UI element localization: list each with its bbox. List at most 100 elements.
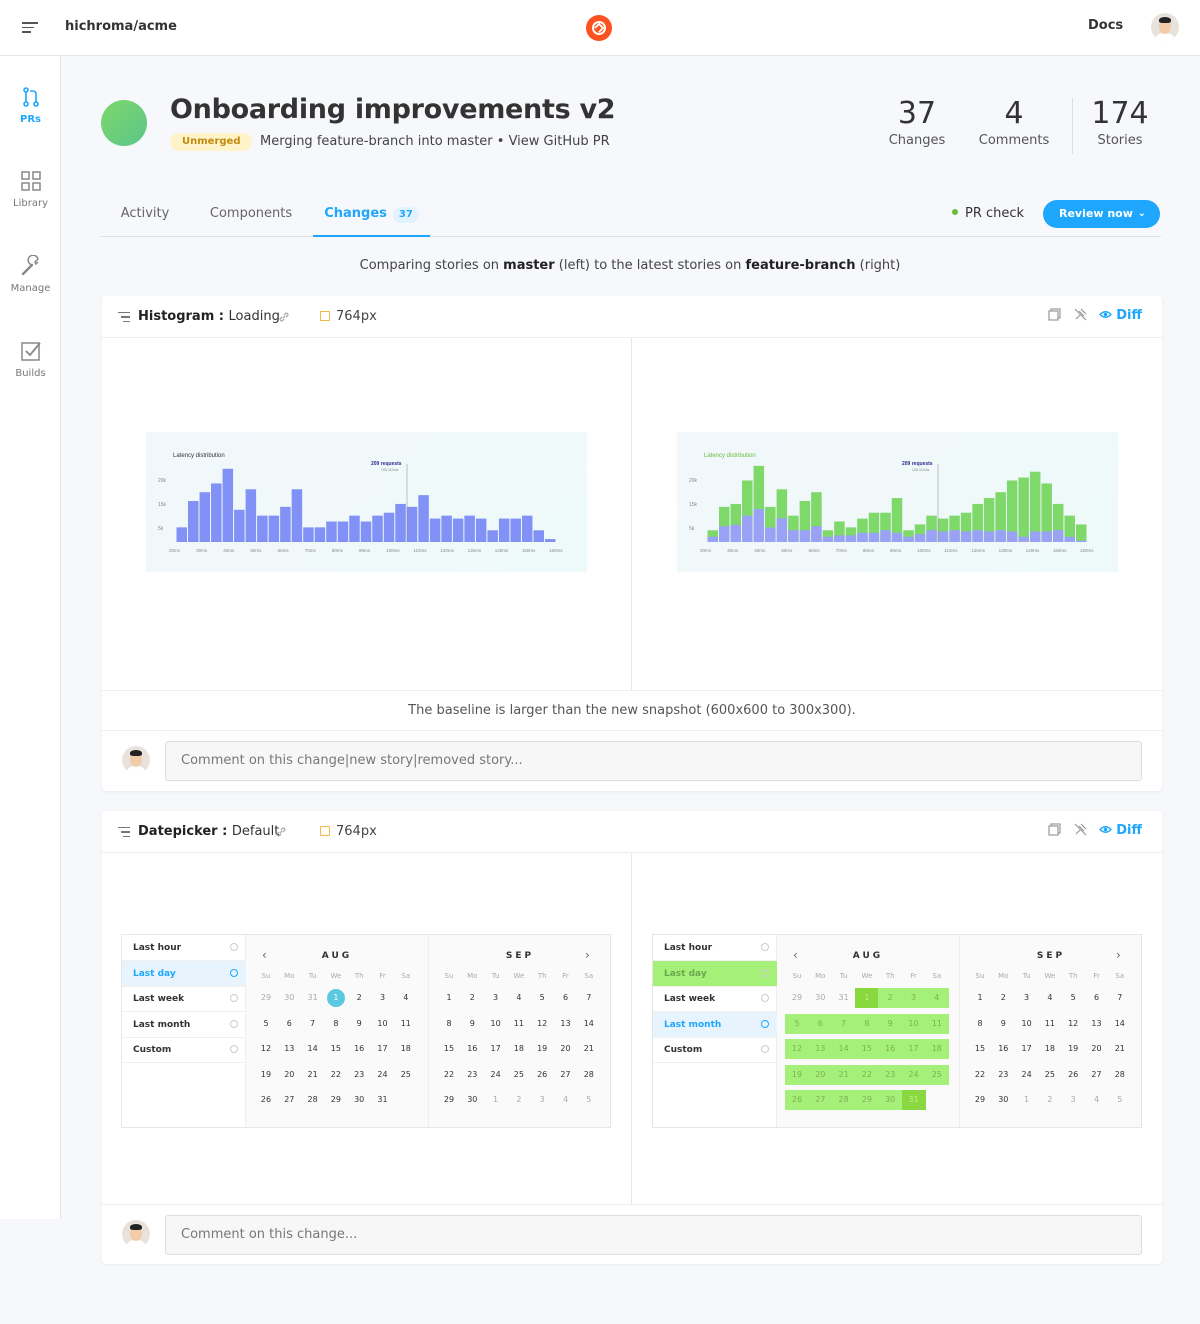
pr-check-status[interactable]: PR check — [952, 206, 1024, 221]
calendar-day[interactable]: 28 — [1108, 1065, 1132, 1085]
viewport-size[interactable]: 764px — [320, 824, 377, 839]
calendar-day[interactable]: 25 — [394, 1065, 418, 1085]
calendar-day[interactable]: 24 — [1015, 1065, 1039, 1085]
calendar-day[interactable]: 9 — [460, 1014, 484, 1034]
calendar-day[interactable]: 14 — [831, 1039, 856, 1059]
copy-icon[interactable] — [1048, 823, 1061, 836]
calendar-day[interactable]: 30 — [991, 1090, 1015, 1110]
viewport-size[interactable]: 764px — [320, 309, 377, 324]
calendar-day[interactable]: 14 — [1108, 1014, 1132, 1034]
calendar-day[interactable]: 6 — [808, 1013, 833, 1034]
calendar-day[interactable]: 20 — [277, 1065, 301, 1085]
chromatic-logo-icon[interactable] — [586, 15, 612, 41]
docs-link[interactable]: Docs — [1088, 18, 1123, 33]
calendar-day[interactable]: 14 — [301, 1039, 325, 1059]
calendar-day[interactable]: 17 — [901, 1039, 926, 1059]
calendar-day[interactable]: 3 — [1015, 988, 1039, 1008]
calendar-day[interactable]: 2 — [878, 988, 903, 1008]
menu-icon[interactable] — [22, 22, 38, 34]
calendar-day[interactable]: 7 — [301, 1014, 325, 1034]
calendar-day[interactable]: 14 — [577, 1014, 601, 1034]
calendar-day[interactable]: 8 — [968, 1014, 992, 1034]
calendar-day[interactable]: 20 — [808, 1064, 833, 1085]
calendar-day[interactable]: 4 — [1085, 1090, 1109, 1110]
calendar-day[interactable]: 16 — [460, 1039, 484, 1059]
calendar-day[interactable]: 12 — [530, 1014, 554, 1034]
calendar-day[interactable]: 6 — [277, 1014, 301, 1034]
list-icon[interactable] — [118, 312, 130, 322]
calendar-day[interactable]: 29 — [968, 1090, 992, 1110]
calendar-day[interactable]: 26 — [530, 1065, 554, 1085]
calendar-day[interactable]: 2 — [991, 988, 1015, 1008]
comment-input[interactable]: Comment on this change... — [165, 1215, 1142, 1255]
calendar-day[interactable]: 15 — [437, 1039, 461, 1059]
calendar-day[interactable]: 27 — [554, 1065, 578, 1085]
calendar-day[interactable]: 5 — [1061, 988, 1085, 1008]
calendar-day[interactable]: 5 — [577, 1090, 601, 1110]
calendar-day[interactable]: 23 — [878, 1064, 903, 1085]
calendar-day[interactable]: 13 — [808, 1039, 833, 1059]
chevron-right-icon[interactable]: › — [585, 948, 590, 962]
calendar-day[interactable]: 9 — [878, 1013, 903, 1034]
pin-off-icon[interactable] — [1074, 823, 1087, 836]
calendar-day[interactable]: 19 — [1061, 1039, 1085, 1059]
calendar-day[interactable]: 3 — [484, 988, 508, 1008]
calendar-day[interactable]: 24 — [371, 1065, 395, 1085]
tab-changes[interactable]: Changes 37 — [313, 196, 430, 237]
calendar-day[interactable]: 4 — [554, 1090, 578, 1110]
calendar-day[interactable]: 22 — [437, 1065, 461, 1085]
preset-option[interactable]: Last day — [122, 960, 246, 987]
tab-activity[interactable]: Activity — [109, 196, 181, 237]
calendar-day[interactable]: 24 — [901, 1064, 926, 1085]
comment-input[interactable]: Comment on this change|new story|removed… — [165, 741, 1142, 781]
calendar-day[interactable]: 18 — [507, 1039, 531, 1059]
copy-icon[interactable] — [1048, 308, 1061, 321]
calendar-day[interactable]: 21 — [577, 1039, 601, 1059]
calendar-day[interactable]: 1 — [854, 988, 879, 1008]
preset-option[interactable]: Last week — [653, 986, 777, 1013]
pr-subtitle[interactable]: Merging feature-branch into master • Vie… — [260, 134, 610, 149]
preset-option[interactable]: Last hour — [653, 935, 777, 961]
calendar-day[interactable]: 13 — [554, 1014, 578, 1034]
preset-option[interactable]: Last week — [122, 986, 246, 1013]
calendar-day[interactable]: 1 — [324, 988, 348, 1008]
calendar-day[interactable]: 20 — [554, 1039, 578, 1059]
stat-stories[interactable]: 174 Stories — [1088, 96, 1152, 148]
calendar-day[interactable]: 5 — [254, 1014, 278, 1034]
calendar-day[interactable]: 1 — [484, 1090, 508, 1110]
calendar-day[interactable]: 27 — [808, 1090, 833, 1110]
story-name[interactable]: Histogram : Loading — [138, 309, 280, 324]
pin-off-icon[interactable] — [1074, 308, 1087, 321]
user-avatar[interactable] — [1151, 13, 1179, 41]
calendar-day[interactable]: 12 — [254, 1039, 278, 1059]
stat-changes[interactable]: 37 Changes — [887, 96, 947, 148]
calendar-day[interactable]: 19 — [254, 1065, 278, 1085]
calendar-day[interactable]: 1 — [968, 988, 992, 1008]
calendar-day[interactable]: 4 — [924, 988, 949, 1008]
calendar-day[interactable]: 21 — [301, 1065, 325, 1085]
calendar-day[interactable]: 12 — [785, 1039, 809, 1059]
calendar-day[interactable]: 11 — [507, 1014, 531, 1034]
calendar-day[interactable]: 15 — [324, 1039, 348, 1059]
calendar-day[interactable]: 8 — [437, 1014, 461, 1034]
calendar-day[interactable]: 10 — [1015, 1014, 1039, 1034]
calendar-day[interactable]: 24 — [484, 1065, 508, 1085]
calendar-day[interactable]: 13 — [1085, 1014, 1109, 1034]
calendar-day[interactable]: 3 — [530, 1090, 554, 1110]
calendar-day[interactable]: 6 — [1085, 988, 1109, 1008]
calendar-day[interactable]: 30 — [347, 1090, 371, 1110]
stat-comments[interactable]: 4 Comments — [976, 96, 1052, 148]
preset-option[interactable]: Custom — [122, 1037, 246, 1064]
sidebar-item-library[interactable]: Library — [0, 170, 61, 209]
calendar-day[interactable]: 18 — [394, 1039, 418, 1059]
calendar-day[interactable]: 29 — [854, 1090, 879, 1110]
calendar-day[interactable]: 17 — [1015, 1039, 1039, 1059]
calendar-day[interactable]: 3 — [1061, 1090, 1085, 1110]
calendar-day[interactable]: 22 — [854, 1064, 879, 1085]
calendar-day[interactable]: 5 — [530, 988, 554, 1008]
calendar-day[interactable]: 2 — [1038, 1090, 1062, 1110]
calendar-day[interactable]: 27 — [277, 1090, 301, 1110]
calendar-day[interactable]: 18 — [924, 1039, 949, 1059]
calendar-day[interactable]: 21 — [831, 1064, 856, 1085]
calendar-day[interactable]: 15 — [854, 1039, 879, 1059]
